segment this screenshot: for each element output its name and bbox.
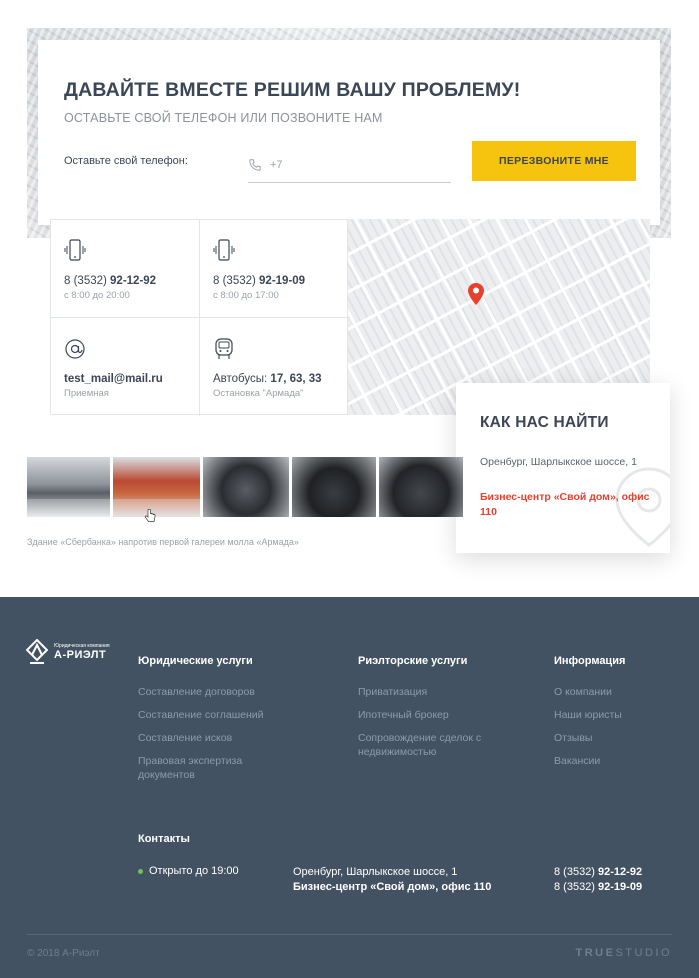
footer-link[interactable]: Отзывы [554,731,674,745]
footer-contacts-title: Контакты [138,833,190,845]
logo-mark-icon [26,639,48,664]
contact-main[interactable]: test_mail@mail.ru [64,372,199,387]
gallery-caption: Здание «Сбербанка» напротив первой галер… [27,537,299,547]
copyright: © 2018 А-Риэлт [27,948,100,959]
footer-address: Оренбург, Шарлыкское шоссе, 1 Бизнес-цен… [293,865,491,895]
footer: Юридическая компания А-РИЭЛТ Юридические… [0,597,699,978]
footer-link[interactable]: Ипотечный брокер [358,708,518,722]
contact-main[interactable]: 8 (3532) 92-12-92 [64,274,199,289]
footer-link[interactable]: О компании [554,685,674,699]
map-pin-icon[interactable] [468,283,484,305]
phone-input-value: +7 [270,158,283,171]
contact-sub: с 8:00 до 20:00 [64,290,130,301]
gallery-photo[interactable] [27,457,110,517]
contact-sub: с 8:00 до 17:00 [213,290,279,301]
contact-sub: Приемная [64,388,109,399]
studio-credit[interactable]: TRUESTUDIO [575,947,672,959]
company-logo[interactable]: Юридическая компания А-РИЭЛТ [26,639,110,665]
logo-text: А-РИЭЛТ [54,648,107,661]
contact-cell-phone-2: 8 (3532) 92-19-09 с 8:00 до 17:00 [200,220,349,318]
footer-column-title: Риэлторские услуги [358,655,468,667]
footer-link[interactable]: Составление соглашений [138,708,298,722]
footer-link[interactable]: Составление исков [138,731,298,745]
footer-phone-2[interactable]: 8 (3532) 92-19-09 [554,880,642,895]
open-status: Открыто до 19:00 [138,865,239,877]
find-us-title: КАК НАС НАЙТИ [480,414,609,431]
bus-icon [215,338,233,359]
phone-input[interactable]: +7 [248,147,451,183]
gallery-photo[interactable] [379,457,463,517]
footer-address-line: Оренбург, Шарлыкское шоссе, 1 [293,866,458,878]
contact-main[interactable]: 8 (3532) 92-19-09 [213,274,349,289]
gallery-photo[interactable] [113,457,200,517]
footer-link[interactable]: Приватизация [358,685,518,699]
find-us-office: Бизнес-центр «Свой дом», офис 110 [480,491,650,518]
contact-sub: Остановка "Армада" [213,388,304,399]
phone-label: Оставьте свой телефон: [64,155,188,167]
contact-cell-email: test_mail@mail.ru Приемная [51,318,200,416]
footer-phone-1[interactable]: 8 (3532) 92-12-92 [554,865,642,880]
hand-cursor-icon [144,509,156,522]
at-icon [65,339,85,359]
footer-office-line: Бизнес-центр «Свой дом», офис 110 [293,881,492,893]
footer-column-info: Информация О компании Наши юристы Отзывы… [554,655,674,777]
contact-main: Автобусы: 17, 63, 33 [213,373,322,385]
footer-phones: 8 (3532) 92-12-92 8 (3532) 92-19-09 [554,865,642,895]
callback-card: ДАВАЙТЕ ВМЕСТЕ РЕШИМ ВАШУ ПРОБЛЕМУ! ОСТА… [38,40,660,225]
phone-vibrate-icon [64,239,86,261]
status-dot-icon [138,868,143,874]
contact-cell-phone-1: 8 (3532) 92-12-92 с 8:00 до 20:00 [51,220,200,318]
phone-icon [249,158,261,171]
footer-divider [27,934,672,935]
footer-link[interactable]: Составление договоров [138,685,298,699]
callback-subtitle: ОСТАВЬТЕ СВОЙ ТЕЛЕФОН ИЛИ ПОЗВОНИТЕ НАМ [64,111,383,125]
footer-link[interactable]: Вакансии [554,754,674,768]
find-us-card: КАК НАС НАЙТИ Оренбург, Шарлыкское шоссе… [456,383,670,553]
contact-grid: 8 (3532) 92-12-92 с 8:00 до 20:00 8 (353… [50,219,349,416]
gallery-photo[interactable] [203,457,289,517]
phone-vibrate-icon [213,239,235,261]
gallery-photo[interactable] [292,457,376,517]
find-us-address: Оренбург, Шарлыкское шоссе, 1 [480,456,637,468]
footer-column-title: Информация [554,655,626,667]
footer-column-legal: Юридические услуги Составление договоров… [138,655,298,791]
footer-link[interactable]: Правовая экспертиза документов [138,754,298,782]
footer-link[interactable]: Сопровождение сделок с недвижимостью [358,731,518,759]
open-status-text: Открыто до 19:00 [149,865,239,877]
footer-column-title: Юридические услуги [138,655,253,667]
contact-cell-bus: Автобусы: 17, 63, 33 Остановка "Армада" [200,318,349,416]
callback-title: ДАВАЙТЕ ВМЕСТЕ РЕШИМ ВАШУ ПРОБЛЕМУ! [64,79,521,101]
callback-button[interactable]: ПЕРЕЗВОНИТЕ МНЕ [472,141,636,181]
footer-link[interactable]: Наши юристы [554,708,674,722]
footer-column-realty: Риэлторские услуги Приватизация Ипотечны… [358,655,518,768]
photo-gallery [27,457,463,517]
